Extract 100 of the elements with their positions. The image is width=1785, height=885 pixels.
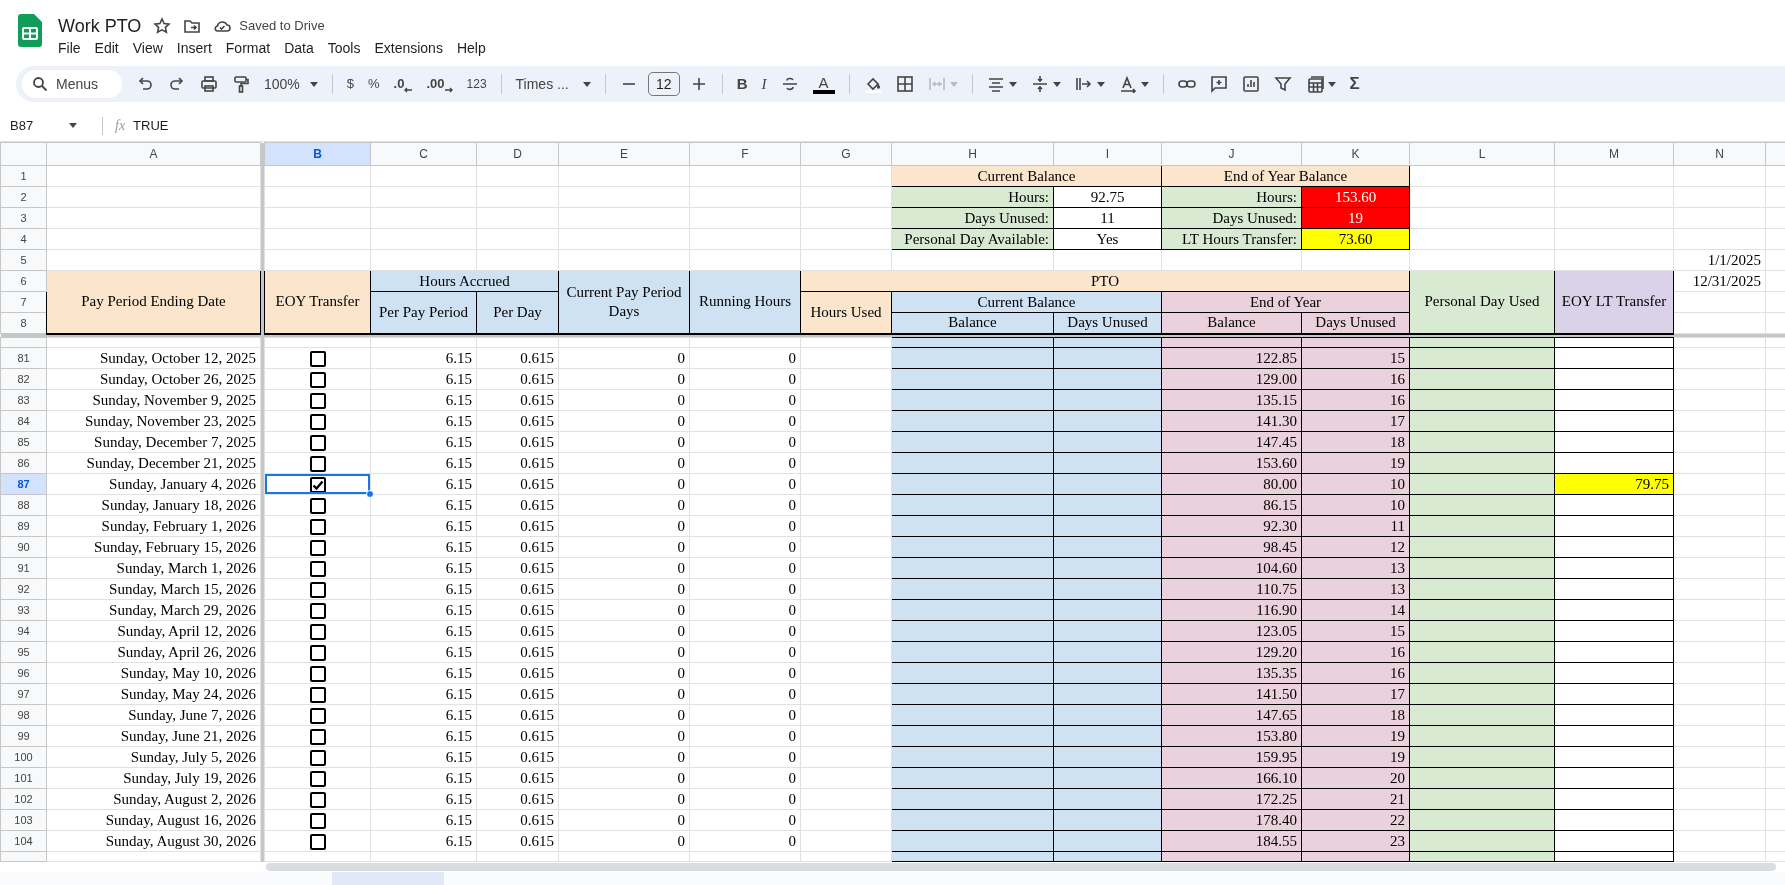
checkbox[interactable]: [309, 645, 326, 662]
row-number[interactable]: 99: [0, 725, 47, 747]
row-number[interactable]: 91: [0, 557, 47, 579]
checkbox[interactable]: [309, 687, 326, 704]
checkbox[interactable]: [309, 834, 326, 851]
spreadsheet-logo[interactable]: [18, 14, 42, 47]
row-number[interactable]: 81: [0, 347, 47, 369]
row-number[interactable]: 89: [0, 515, 47, 537]
column-header[interactable]: B: [264, 142, 371, 166]
checkbox[interactable]: [309, 477, 326, 494]
checkbox[interactable]: [309, 435, 326, 452]
row-number[interactable]: 102: [0, 788, 47, 810]
checkbox[interactable]: [309, 351, 326, 368]
menu-item[interactable]: Insert: [171, 38, 217, 58]
fill-handle[interactable]: [366, 490, 374, 498]
decrease-decimal-button[interactable]: .0: [393, 74, 405, 94]
row-number[interactable]: 85: [0, 431, 47, 453]
menus-search-field[interactable]: Menus: [22, 70, 122, 98]
row-number[interactable]: 82: [0, 368, 47, 390]
row-number[interactable]: 88: [0, 494, 47, 516]
checkbox[interactable]: [309, 666, 326, 683]
print-icon[interactable]: [200, 75, 218, 93]
caret-icon[interactable]: [1327, 81, 1336, 87]
number-format-button[interactable]: 123: [466, 75, 487, 93]
table-icon[interactable]: [1305, 75, 1324, 93]
row-number[interactable]: 87: [0, 473, 47, 495]
checkbox[interactable]: [309, 750, 326, 767]
row-number[interactable]: 93: [0, 599, 47, 621]
font-size-field[interactable]: 12: [647, 72, 680, 96]
row-number[interactable]: 103: [0, 809, 47, 831]
checkbox[interactable]: [309, 582, 326, 599]
column-header[interactable]: F: [689, 142, 801, 166]
column-header[interactable]: N: [1673, 142, 1766, 166]
caret-icon[interactable]: [309, 81, 318, 87]
document-title[interactable]: Work PTO: [58, 12, 142, 40]
menu-item[interactable]: Tools: [322, 38, 366, 58]
text-wrap-icon[interactable]: [1074, 75, 1093, 93]
font-dropdown[interactable]: Times ...: [515, 73, 569, 95]
row-number[interactable]: 3: [0, 207, 47, 229]
checkbox[interactable]: [309, 792, 326, 809]
currency-button[interactable]: $: [346, 74, 355, 94]
caret-icon[interactable]: [1140, 81, 1149, 87]
fill-color-icon[interactable]: [863, 75, 882, 93]
text-rotation-icon[interactable]: [1118, 75, 1137, 93]
italic-button[interactable]: I: [761, 72, 767, 96]
menu-item[interactable]: File: [53, 38, 86, 58]
caret-icon[interactable]: [1096, 81, 1105, 87]
row-number[interactable]: 8: [0, 312, 47, 334]
checkbox[interactable]: [309, 414, 326, 431]
column-header[interactable]: J: [1161, 142, 1302, 166]
checkbox[interactable]: [309, 729, 326, 746]
row-number[interactable]: 94: [0, 620, 47, 642]
checkbox[interactable]: [309, 624, 326, 641]
menu-item[interactable]: Format: [220, 38, 276, 58]
checkbox[interactable]: [309, 813, 326, 830]
merge-cells-icon[interactable]: [927, 75, 946, 93]
caret-icon[interactable]: [1008, 81, 1017, 87]
filter-icon[interactable]: [1273, 75, 1292, 93]
checkbox[interactable]: [309, 540, 326, 557]
align-icon[interactable]: [986, 75, 1005, 93]
chart-icon[interactable]: [1241, 75, 1260, 93]
row-number[interactable]: 83: [0, 389, 47, 411]
row-number[interactable]: 86: [0, 452, 47, 474]
caret-icon[interactable]: [1052, 81, 1061, 87]
caret-icon[interactable]: [582, 81, 591, 87]
horizontal-scrollbar[interactable]: [266, 863, 1776, 871]
column-header[interactable]: C: [370, 142, 477, 166]
checkbox[interactable]: [309, 519, 326, 536]
menu-item[interactable]: Data: [279, 38, 319, 58]
menu-item[interactable]: Edit: [89, 38, 124, 58]
checkbox[interactable]: [309, 393, 326, 410]
row-number[interactable]: 7: [0, 291, 47, 313]
row-number[interactable]: 100: [0, 746, 47, 768]
checkbox[interactable]: [309, 708, 326, 725]
row-number[interactable]: 95: [0, 641, 47, 663]
caret-icon[interactable]: [69, 123, 78, 128]
bold-button[interactable]: B: [736, 72, 748, 96]
zoom-dropdown[interactable]: 100%: [264, 73, 300, 95]
menu-item[interactable]: View: [127, 38, 168, 58]
column-header[interactable]: E: [558, 142, 690, 166]
star-icon[interactable]: [153, 17, 172, 35]
checkbox[interactable]: [309, 771, 326, 788]
borders-icon[interactable]: [895, 75, 914, 93]
row-number[interactable]: 92: [0, 578, 47, 600]
strikethrough-icon[interactable]: [780, 75, 799, 93]
column-header[interactable]: D: [476, 142, 559, 166]
column-header[interactable]: A: [46, 142, 261, 166]
row-number[interactable]: 6: [0, 270, 47, 292]
row-number[interactable]: 96: [0, 662, 47, 684]
text-color-button[interactable]: A: [812, 74, 835, 94]
row-number[interactable]: 101: [0, 767, 47, 789]
row-number[interactable]: 104: [0, 830, 47, 852]
column-header[interactable]: L: [1409, 142, 1555, 166]
folder-icon[interactable]: [183, 17, 202, 35]
name-box[interactable]: B87: [0, 115, 90, 136]
row-number[interactable]: 90: [0, 536, 47, 558]
percent-button[interactable]: %: [368, 74, 380, 94]
row-number[interactable]: 2: [0, 186, 47, 208]
column-header[interactable]: G: [800, 142, 892, 166]
vertical-align-icon[interactable]: [1030, 75, 1049, 93]
